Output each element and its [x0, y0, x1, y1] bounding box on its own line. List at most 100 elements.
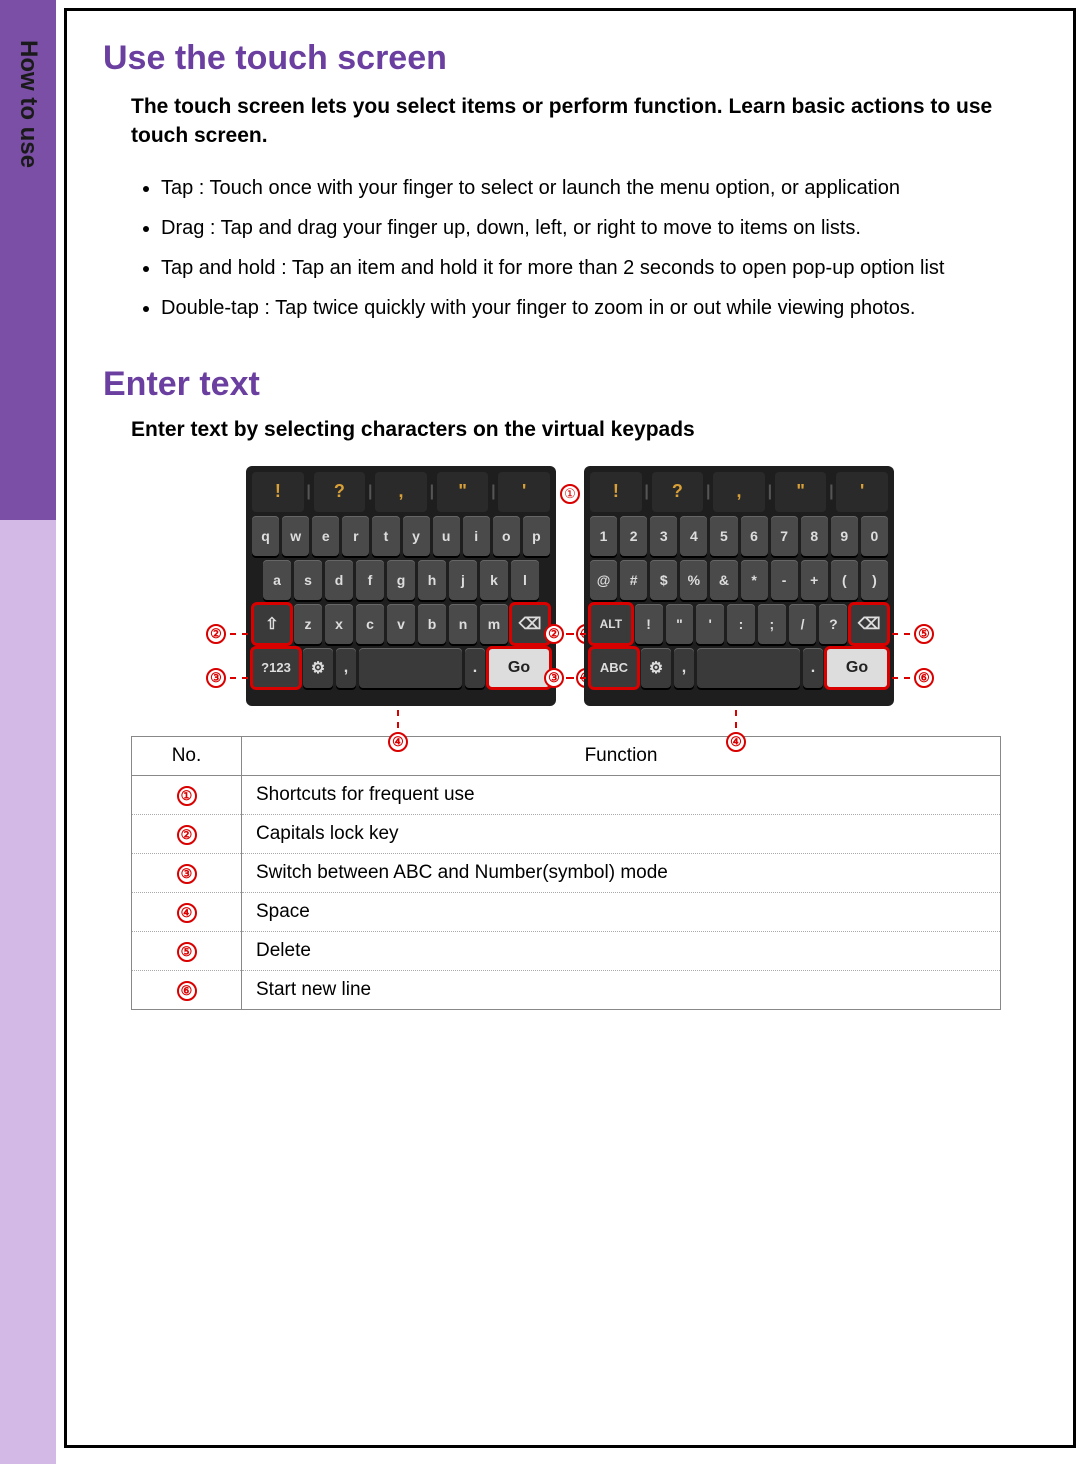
- key[interactable]: x: [325, 604, 353, 644]
- key[interactable]: u: [433, 516, 460, 556]
- go-key[interactable]: Go: [488, 648, 550, 688]
- space-key[interactable]: [359, 648, 462, 688]
- touch-actions-list: Tap : Touch once with your finger to sel…: [161, 169, 1037, 327]
- sidebar-filler: [0, 520, 56, 1464]
- key[interactable]: $: [650, 560, 677, 600]
- th-no: No.: [132, 736, 242, 775]
- key[interactable]: ?: [819, 604, 847, 644]
- key[interactable]: *: [741, 560, 768, 600]
- keyboard-abc-col: ② ③ ⑤ ⑥ ④ !| ?| ,| "|: [246, 466, 556, 706]
- table-row: ⑤Delete: [132, 931, 1001, 970]
- content: Use the touch screen The touch screen le…: [64, 8, 1076, 1448]
- key[interactable]: %: [680, 560, 707, 600]
- key[interactable]: :: [727, 604, 755, 644]
- key[interactable]: n: [449, 604, 477, 644]
- key[interactable]: w: [282, 516, 309, 556]
- shift-key[interactable]: ⇧: [253, 604, 291, 644]
- table-row: ④Space: [132, 892, 1001, 931]
- list-item: Tap and hold : Tap an item and hold it f…: [161, 249, 1037, 287]
- shortcut-key[interactable]: ,: [713, 472, 765, 512]
- list-item: Double-tap : Tap twice quickly with your…: [161, 289, 1037, 327]
- alt-key[interactable]: ALT: [590, 604, 632, 644]
- key[interactable]: o: [493, 516, 520, 556]
- key[interactable]: +: [801, 560, 828, 600]
- heading-touch: Use the touch screen: [103, 39, 1037, 78]
- key[interactable]: e: [312, 516, 339, 556]
- space-key[interactable]: [697, 648, 800, 688]
- period-key[interactable]: .: [803, 648, 823, 688]
- callout-5-right: ⑤: [892, 624, 934, 644]
- sidebar: How to use: [0, 0, 56, 1464]
- heading-enter: Enter text: [103, 365, 1037, 404]
- key[interactable]: !: [635, 604, 663, 644]
- key[interactable]: 8: [801, 516, 828, 556]
- key[interactable]: v: [387, 604, 415, 644]
- keyboard-numeric: !| ?| ,| "| ' 1 2 3 4: [584, 466, 894, 706]
- key[interactable]: k: [480, 560, 508, 600]
- key[interactable]: 4: [680, 516, 707, 556]
- key[interactable]: 1: [590, 516, 617, 556]
- key[interactable]: -: [771, 560, 798, 600]
- comma-key[interactable]: ,: [336, 648, 356, 688]
- content-wrap: Use the touch screen The touch screen le…: [56, 0, 1088, 1464]
- shortcut-key[interactable]: !: [590, 472, 642, 512]
- key[interactable]: g: [387, 560, 415, 600]
- shortcut-key[interactable]: !: [252, 472, 304, 512]
- key[interactable]: i: [463, 516, 490, 556]
- shortcut-key[interactable]: ': [498, 472, 550, 512]
- key[interactable]: t: [372, 516, 399, 556]
- key[interactable]: r: [342, 516, 369, 556]
- backspace-key[interactable]: ⌫: [850, 604, 888, 644]
- shortcut-key[interactable]: ": [775, 472, 827, 512]
- sidebar-tab-howtouse[interactable]: How to use: [0, 0, 56, 520]
- key[interactable]: ': [696, 604, 724, 644]
- key[interactable]: 3: [650, 516, 677, 556]
- key[interactable]: j: [449, 560, 477, 600]
- key[interactable]: c: [356, 604, 384, 644]
- shortcut-key[interactable]: ': [836, 472, 888, 512]
- shortcut-key[interactable]: ?: [652, 472, 704, 512]
- key[interactable]: &: [710, 560, 737, 600]
- mode-switch-key[interactable]: ?123: [252, 648, 300, 688]
- key[interactable]: 6: [741, 516, 768, 556]
- key[interactable]: s: [294, 560, 322, 600]
- key[interactable]: a: [263, 560, 291, 600]
- mode-switch-key[interactable]: ABC: [590, 648, 638, 688]
- callout-4-left: ④: [388, 710, 408, 752]
- shortcut-key[interactable]: ?: [314, 472, 366, 512]
- key[interactable]: p: [523, 516, 550, 556]
- key[interactable]: ): [861, 560, 888, 600]
- key[interactable]: q: [252, 516, 279, 556]
- key[interactable]: h: [418, 560, 446, 600]
- key[interactable]: 0: [861, 516, 888, 556]
- page: How to use Use the touch screen The touc…: [0, 0, 1088, 1464]
- key[interactable]: 9: [831, 516, 858, 556]
- key[interactable]: 2: [620, 516, 647, 556]
- key[interactable]: d: [325, 560, 353, 600]
- th-func: Function: [242, 736, 1001, 775]
- key[interactable]: ;: [758, 604, 786, 644]
- key[interactable]: 7: [771, 516, 798, 556]
- key[interactable]: l: [511, 560, 539, 600]
- shortcut-key[interactable]: ,: [375, 472, 427, 512]
- key[interactable]: m: [480, 604, 508, 644]
- key[interactable]: y: [403, 516, 430, 556]
- key[interactable]: b: [418, 604, 446, 644]
- settings-key[interactable]: ⚙: [641, 648, 671, 688]
- shortcut-key[interactable]: ": [437, 472, 489, 512]
- key[interactable]: @: [590, 560, 617, 600]
- key[interactable]: f: [356, 560, 384, 600]
- go-key[interactable]: Go: [826, 648, 888, 688]
- key[interactable]: 5: [710, 516, 737, 556]
- key[interactable]: ": [666, 604, 694, 644]
- key[interactable]: /: [789, 604, 817, 644]
- settings-key[interactable]: ⚙: [303, 648, 333, 688]
- kb-shortcut-row: !| ?| ,| "| ': [590, 472, 888, 512]
- key[interactable]: z: [294, 604, 322, 644]
- key[interactable]: #: [620, 560, 647, 600]
- key[interactable]: (: [831, 560, 858, 600]
- table-row: ③Switch between ABC and Number(symbol) m…: [132, 853, 1001, 892]
- comma-key[interactable]: ,: [674, 648, 694, 688]
- period-key[interactable]: .: [465, 648, 485, 688]
- list-item: Drag : Tap and drag your finger up, down…: [161, 209, 1037, 247]
